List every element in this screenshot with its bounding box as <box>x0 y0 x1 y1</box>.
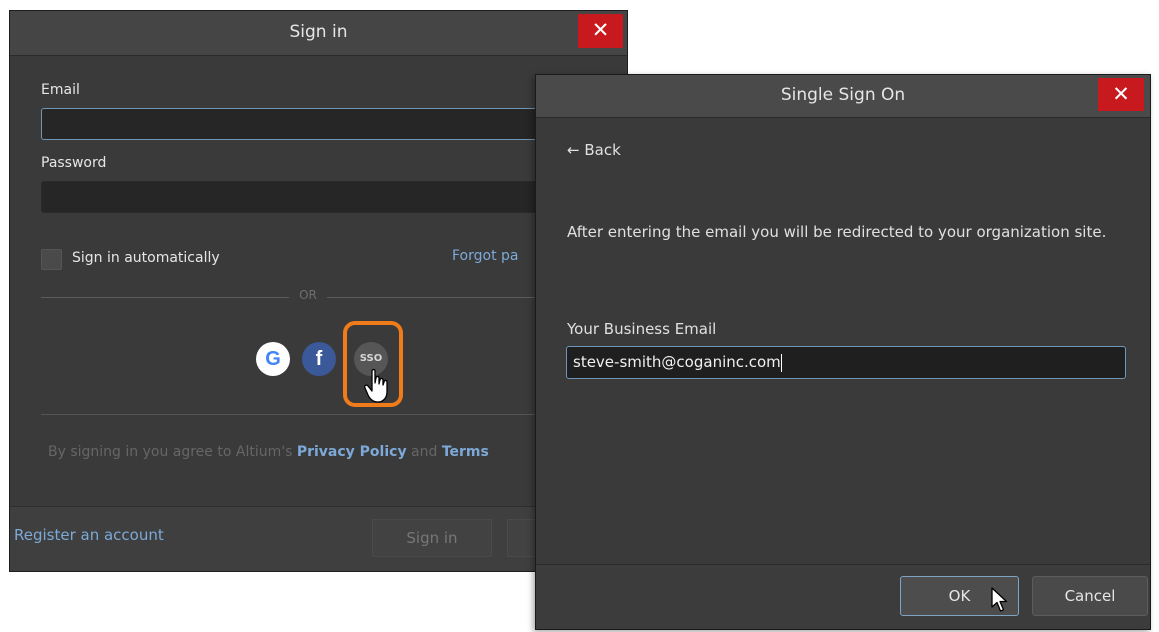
cancel-button[interactable]: Cancel <box>1032 576 1148 616</box>
business-email-value: steve-smith@coganinc.com <box>573 353 781 371</box>
sso-titlebar: Single Sign On ✕ <box>536 75 1150 118</box>
or-label: OR <box>299 288 317 302</box>
register-account-link[interactable]: Register an account <box>14 526 164 544</box>
text-caret <box>780 353 782 372</box>
sign-in-automatically-label: Sign in automatically <box>72 250 220 266</box>
terms-separator <box>41 414 600 415</box>
sso-title: Single Sign On <box>780 85 906 105</box>
back-button[interactable]: ← Back <box>567 141 621 159</box>
business-email-input[interactable]: steve-smith@coganinc.com <box>566 346 1126 379</box>
pointer-cursor-icon <box>991 587 1008 612</box>
google-icon[interactable]: G <box>256 342 290 376</box>
terms-agreement: By signing in you agree to Altium's Priv… <box>48 444 489 460</box>
business-email-label: Your Business Email <box>567 320 717 338</box>
email-label: Email <box>41 82 80 98</box>
agreement-text: By signing in you agree to Altium's <box>48 444 293 460</box>
facebook-icon[interactable]: f <box>302 342 336 376</box>
forgot-password-link[interactable]: Forgot pa <box>452 248 519 264</box>
sso-footer: OK Cancel <box>536 564 1150 629</box>
password-label: Password <box>41 155 107 171</box>
privacy-policy-link[interactable]: Privacy Policy <box>297 444 407 460</box>
or-divider-left <box>41 297 289 298</box>
redirect-info-text: After entering the email you will be red… <box>567 223 1107 241</box>
sign-in-button[interactable]: Sign in <box>372 519 492 557</box>
signin-close-button[interactable]: ✕ <box>578 14 623 48</box>
and-text: and <box>411 444 438 460</box>
sign-in-automatically-checkbox[interactable] <box>41 249 62 270</box>
sso-close-button[interactable]: ✕ <box>1098 78 1144 111</box>
email-field[interactable] <box>41 108 601 140</box>
password-field[interactable] <box>41 181 601 213</box>
signin-titlebar: Sign in ✕ <box>10 11 627 56</box>
hand-cursor-icon <box>364 368 388 403</box>
sso-dialog: Single Sign On ✕ ← Back After entering t… <box>535 74 1151 630</box>
signin-title: Sign in <box>289 22 348 42</box>
terms-link[interactable]: Terms <box>442 444 489 460</box>
